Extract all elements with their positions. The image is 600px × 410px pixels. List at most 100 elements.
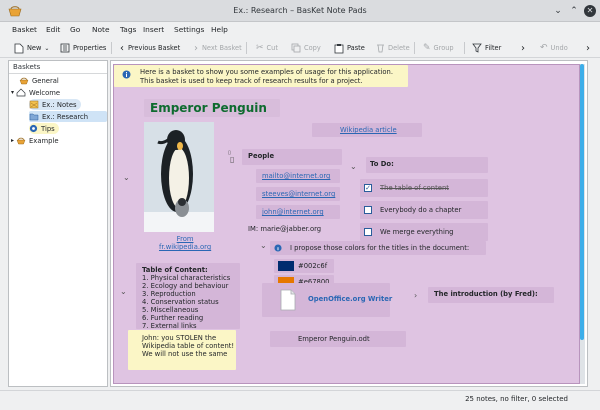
chevron-right-icon: › — [194, 42, 198, 54]
undo-button[interactable]: ↶ Undo — [540, 41, 568, 55]
delete-label: Delete — [388, 44, 410, 52]
image-caption-line-2[interactable]: fr.wikipedia.org — [159, 243, 211, 251]
toc-item: 6. Further reading — [142, 314, 204, 322]
chevron-down-icon[interactable]: ⌄ — [350, 162, 357, 171]
chevron-right-icon[interactable]: › — [414, 291, 417, 300]
info-note[interactable]: Here is a basket to show you some exampl… — [114, 65, 408, 87]
menu-edit[interactable]: Edit — [46, 25, 60, 34]
menu-tags[interactable]: Tags — [120, 25, 136, 34]
person-row[interactable]: john@internet.org — [256, 205, 340, 219]
person-row[interactable]: mailto@internet.org — [256, 169, 340, 183]
color-swatch-row[interactable]: #002c6f — [274, 259, 334, 273]
person-email[interactable]: john@internet.org — [262, 208, 324, 216]
copy-button[interactable]: Copy — [291, 41, 321, 55]
paste-button[interactable]: Paste — [334, 41, 365, 55]
toolbar-separator — [464, 42, 465, 54]
odt-file-note[interactable]: Emperor Penguin.odt — [270, 331, 406, 347]
basket-icon — [16, 137, 26, 145]
chevron-down-icon[interactable]: ⌄ — [260, 241, 267, 250]
collapse-arrow-icon: ▾ — [11, 89, 15, 96]
baskets-panel: Baskets General ▾ Welcome Ex.: Notes Ex.… — [8, 60, 108, 387]
todo-checkbox[interactable] — [364, 228, 372, 236]
person-email[interactable]: steeves@internet.org — [262, 190, 335, 198]
todo-item[interactable]: We merge everything — [360, 223, 488, 241]
minimize-icon[interactable]: ⌄ — [552, 5, 564, 17]
sidebar-item-label: Tips — [41, 124, 55, 133]
menu-insert[interactable]: Insert — [143, 25, 164, 34]
toc-item: 5. Miscellaneous — [142, 306, 199, 314]
menu-note[interactable]: Note — [92, 25, 110, 34]
odt-file-name[interactable]: Emperor Penguin.odt — [298, 335, 370, 343]
john-comment-note[interactable]: John: you STOLEN the Wikipedia table of … — [128, 330, 236, 370]
sidebar-item-welcome[interactable]: ▾ Welcome — [11, 87, 60, 98]
next-basket-label: Next Basket — [202, 44, 242, 52]
close-icon[interactable]: ✕ — [584, 5, 596, 17]
todo-item-text: We merge everything — [380, 228, 454, 236]
todo-checkbox-checked[interactable]: ✓ — [364, 184, 372, 192]
properties-button[interactable]: Properties — [60, 41, 106, 55]
toc-item: 4. Conservation status — [142, 298, 219, 306]
sidebar-item-ex-research[interactable]: Ex.: Research — [29, 111, 107, 122]
people-note[interactable]: People — [242, 149, 342, 165]
next-basket-button[interactable]: › Next Basket — [194, 41, 242, 55]
wikipedia-link[interactable]: Wikipedia article — [340, 126, 397, 134]
heading-title: Emperor Penguin — [150, 101, 267, 115]
document-icon — [280, 289, 296, 311]
previous-basket-button[interactable]: ‹ Previous Basket — [120, 41, 180, 55]
john-comment-line: Wikipedia table of content! — [142, 342, 235, 350]
chevron-left-icon: ‹ — [120, 42, 124, 54]
toolbar-more-icon[interactable]: › — [521, 41, 525, 55]
note-handle-icon: ▯ — [230, 155, 235, 164]
sidebar-item-tips[interactable]: Tips — [29, 123, 59, 134]
window-title: Ex.: Research – BasKet Note Pads — [233, 6, 367, 15]
toc-note[interactable]: Table of Content: 1. Physical characteri… — [136, 263, 240, 330]
properties-icon — [60, 43, 70, 53]
im-address: IM: marie@jabber.org — [248, 225, 322, 233]
intro-note[interactable]: The introduction (by Fred): — [428, 287, 554, 303]
sidebar-item-label: General — [32, 76, 59, 85]
menu-settings[interactable]: Settings — [174, 25, 204, 34]
scrollbar-thumb[interactable] — [580, 64, 584, 340]
properties-label: Properties — [73, 44, 107, 52]
info-icon — [122, 70, 131, 79]
image-caption-line-1[interactable]: From — [159, 235, 211, 243]
chevron-down-icon[interactable]: ⌄ — [120, 287, 127, 296]
colors-note[interactable]: I propose those colors for the titles in… — [270, 241, 486, 255]
maximize-icon[interactable]: ⌃ — [568, 5, 580, 17]
todo-item-text: Everybody do a chapter — [380, 206, 462, 214]
basket-canvas[interactable]: Here is a basket to show you some exampl… — [113, 64, 580, 384]
writer-link[interactable]: OpenOffice.org Writer — [308, 295, 392, 303]
new-button[interactable]: New ⌄ — [14, 41, 49, 55]
heading-note[interactable]: Emperor Penguin — [144, 99, 280, 117]
menu-go[interactable]: Go — [70, 25, 80, 34]
todo-item[interactable]: Everybody do a chapter — [360, 201, 488, 219]
color-code: #002c6f — [298, 262, 328, 270]
toolbar-overflow-icon[interactable]: › — [586, 41, 590, 55]
chevron-down-icon[interactable]: ⌄ — [123, 173, 130, 182]
delete-button[interactable]: Delete — [376, 41, 410, 55]
group-button[interactable]: ✎ Group — [423, 41, 454, 55]
person-row[interactable]: steeves@internet.org — [256, 187, 340, 201]
baskets-panel-header: Baskets — [9, 61, 107, 74]
filter-button[interactable]: Filter — [472, 41, 501, 55]
info-text-line-1: Here is a basket to show you some exampl… — [140, 68, 394, 76]
chevron-down-icon: ⌄ — [44, 44, 50, 52]
menu-basket[interactable]: Basket — [12, 25, 37, 34]
sidebar-item-label: Welcome — [29, 88, 61, 97]
sidebar-item-ex-notes[interactable]: Ex.: Notes — [29, 99, 81, 110]
toc-item: 2. Ecology and behaviour — [142, 282, 229, 290]
sidebar-item-label: Example — [29, 136, 59, 145]
person-email[interactable]: mailto@internet.org — [262, 172, 330, 180]
sidebar-item-example[interactable]: ▸ Example — [11, 135, 59, 146]
colors-text: I propose those colors for the titles in… — [290, 244, 470, 252]
todo-item[interactable]: ✓ The table of content — [360, 179, 488, 197]
todo-note[interactable]: To Do: — [366, 157, 488, 173]
todo-checkbox[interactable] — [364, 206, 372, 214]
toolbar-separator — [246, 42, 247, 54]
penguin-image-note[interactable]: ▯ — [144, 122, 231, 232]
cut-button[interactable]: ✂ Cut — [256, 41, 278, 55]
wikipedia-note[interactable]: Wikipedia article — [312, 123, 422, 137]
menu-help[interactable]: Help — [211, 25, 228, 34]
writer-note[interactable]: OpenOffice.org Writer — [262, 283, 392, 317]
sidebar-item-general[interactable]: General — [19, 75, 59, 86]
